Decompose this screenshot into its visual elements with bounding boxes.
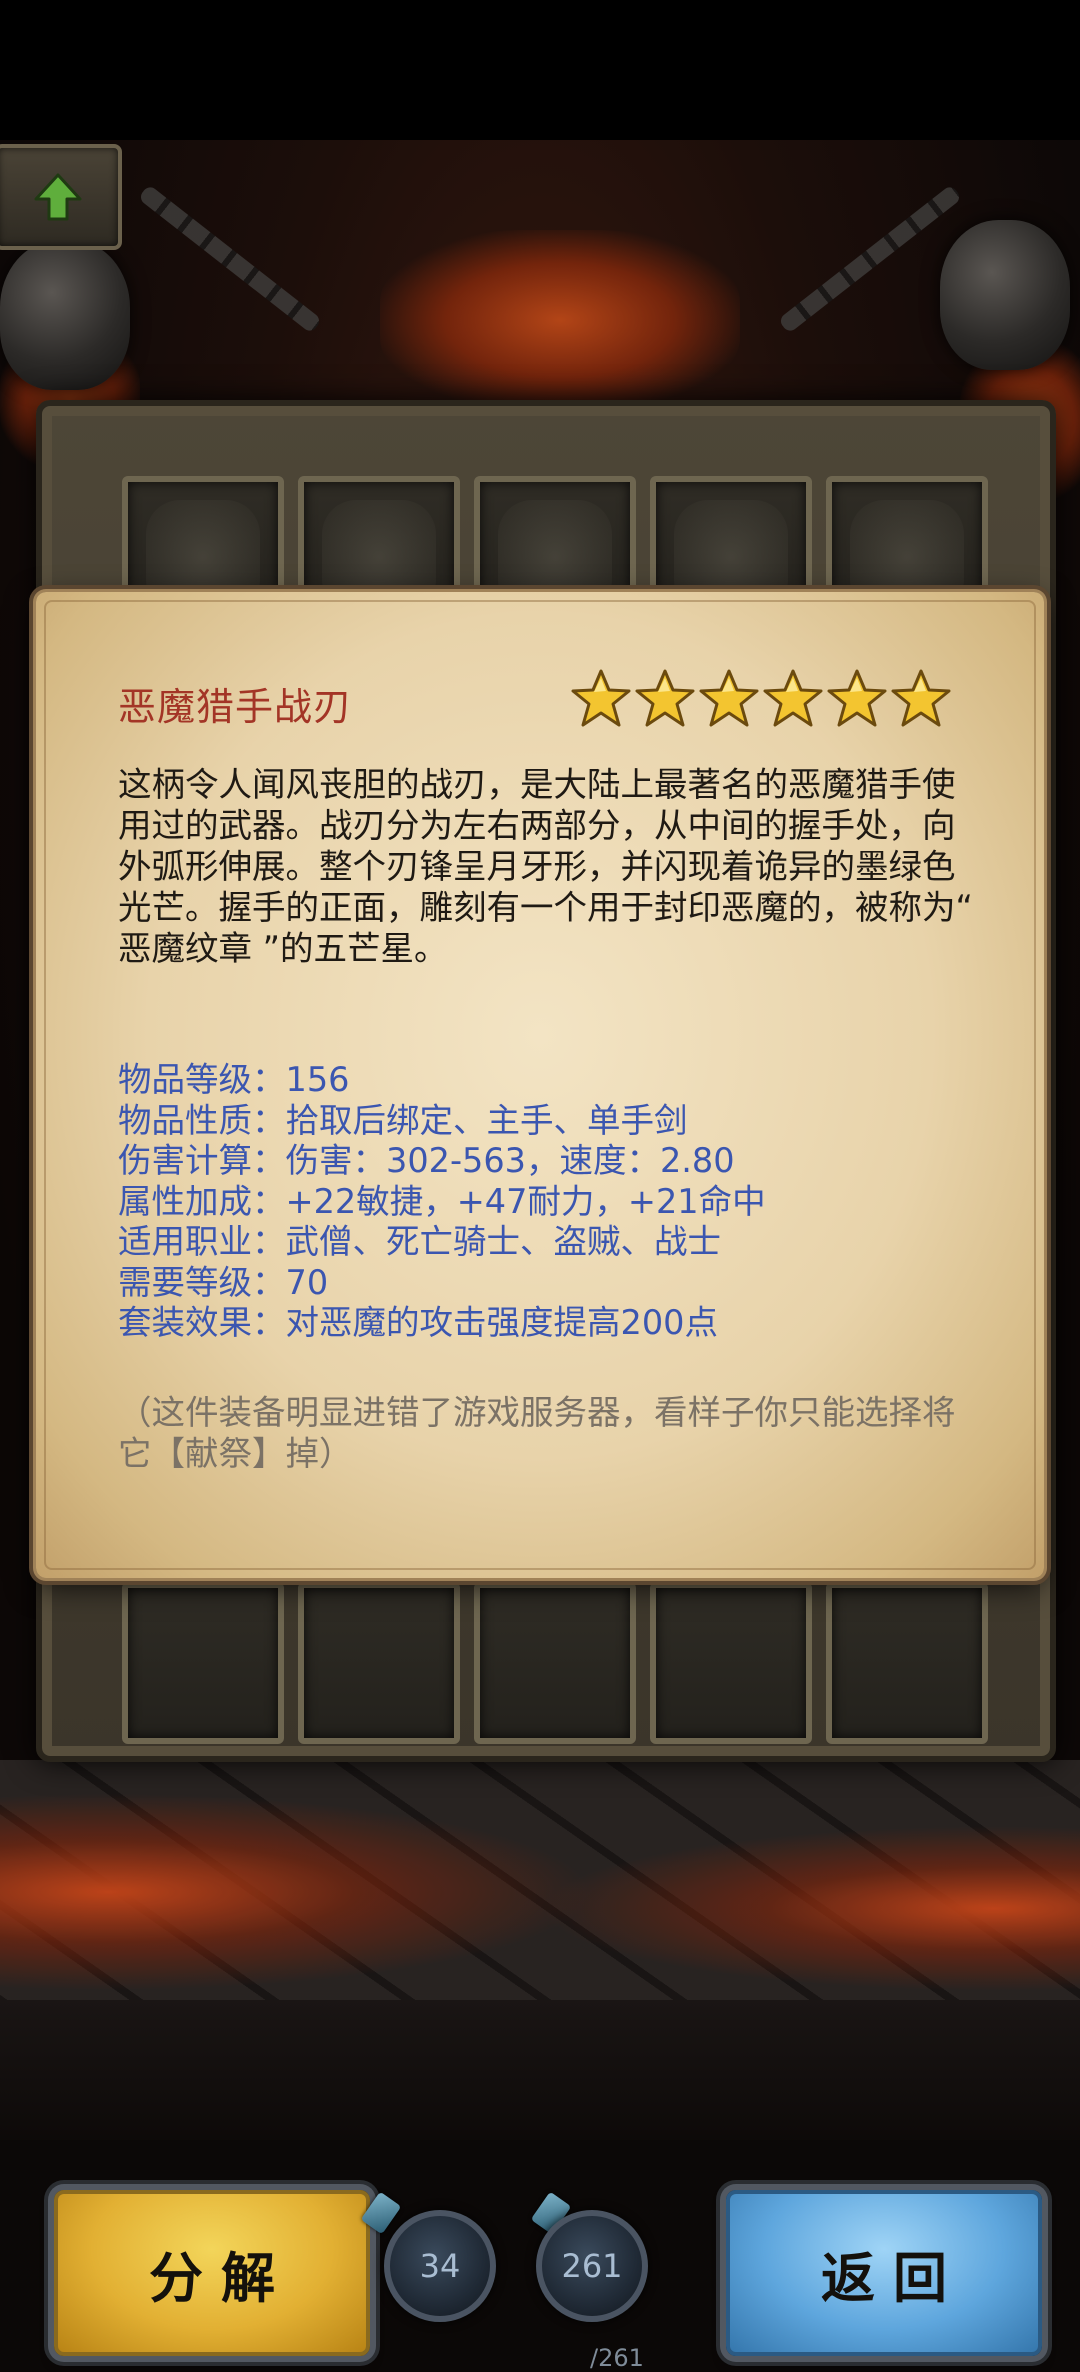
star-icon: [891, 669, 951, 727]
stat-label: 适用职业：: [118, 1222, 286, 1261]
item-description: 这柄令人闻风丧胆的战刃，是大陆上最著名的恶魔猎手使用过的武器。战刃分为左右两部分…: [118, 765, 973, 968]
stat-value: 武僧、死亡骑士、盗贼、战士: [285, 1222, 722, 1261]
disassemble-button-label: 分解: [149, 2246, 293, 2310]
left-counter: 34: [384, 2210, 496, 2322]
back-button[interactable]: 返回: [726, 2190, 1042, 2356]
stat-row: 物品性质：拾取后绑定、主手、单手剑: [118, 1101, 978, 1142]
stat-row: 属性加成：+22敏捷，+47耐力，+21命中: [118, 1182, 978, 1223]
disassemble-button[interactable]: 分解: [54, 2190, 370, 2356]
stat-row: 伤害计算：伤害：302-563，速度：2.80: [118, 1141, 978, 1182]
stat-label: 需要等级：: [118, 1262, 286, 1302]
item-tooltip: 恶魔猎手战刃 这柄令人闻风丧胆的战刃，是大陆上最著名的恶魔猎手使用过的武器。战刃…: [36, 592, 1044, 1578]
right-counter-value: 261: [561, 2247, 623, 2285]
stat-row: 物品等级：156: [118, 1060, 978, 1101]
inventory-slot[interactable]: [474, 1582, 636, 1744]
item-stats: 物品等级：156 物品性质：拾取后绑定、主手、单手剑 伤害计算：伤害：302-5…: [118, 1060, 978, 1344]
stat-row: 套装效果：对恶魔的攻击强度提高200点: [118, 1303, 978, 1344]
stat-value: 拾取后绑定、主手、单手剑: [285, 1100, 688, 1140]
star-icon: [827, 669, 887, 727]
right-counter-max: /261: [590, 2344, 644, 2372]
star-icon: [635, 669, 695, 727]
stat-row: 适用职业：武僧、死亡骑士、盗贼、战士: [118, 1222, 978, 1263]
stat-value: 70: [285, 1262, 329, 1302]
top-black-band: [0, 0, 1080, 140]
lava-crack: [380, 230, 740, 410]
star-icon: [699, 669, 759, 727]
up-arrow-icon: [34, 173, 82, 221]
star-icon: [763, 669, 823, 727]
stat-label: 套装效果：: [118, 1303, 286, 1342]
inventory-slot[interactable]: [122, 1582, 284, 1744]
inventory-slot[interactable]: [826, 1582, 988, 1744]
chain: [137, 184, 323, 334]
star-icon: [571, 669, 631, 727]
inventory-slot[interactable]: [298, 1582, 460, 1744]
item-rating-stars: [570, 668, 952, 734]
stat-value: 伤害：302-563，速度：2.80: [285, 1141, 735, 1180]
stat-label: 物品等级：: [118, 1060, 286, 1099]
floor-shadow: [0, 2000, 1080, 2160]
stat-label: 属性加成：: [118, 1181, 286, 1221]
stat-row: 需要等级：70: [118, 1263, 978, 1304]
stat-label: 伤害计算：: [118, 1141, 286, 1180]
collapse-up-button[interactable]: [0, 144, 122, 250]
stat-value: 156: [285, 1060, 350, 1099]
right-counter: 261: [536, 2210, 648, 2322]
inventory-slot[interactable]: [650, 1582, 812, 1744]
stat-value: 对恶魔的攻击强度提高200点: [285, 1303, 718, 1342]
stat-value: +22敏捷，+47耐力，+21命中: [285, 1181, 766, 1221]
item-flavor-note: （这件装备明显进错了游戏服务器，看样子你只能选择将它【献祭】掉）: [118, 1393, 956, 1473]
back-button-label: 返回: [821, 2246, 965, 2310]
item-name: 恶魔猎手战刃: [118, 685, 353, 729]
left-skull-statue: [0, 240, 130, 390]
left-counter-value: 34: [419, 2247, 461, 2285]
stat-label: 物品性质：: [118, 1100, 286, 1140]
chain: [777, 184, 963, 334]
right-skull-statue: [940, 220, 1070, 370]
